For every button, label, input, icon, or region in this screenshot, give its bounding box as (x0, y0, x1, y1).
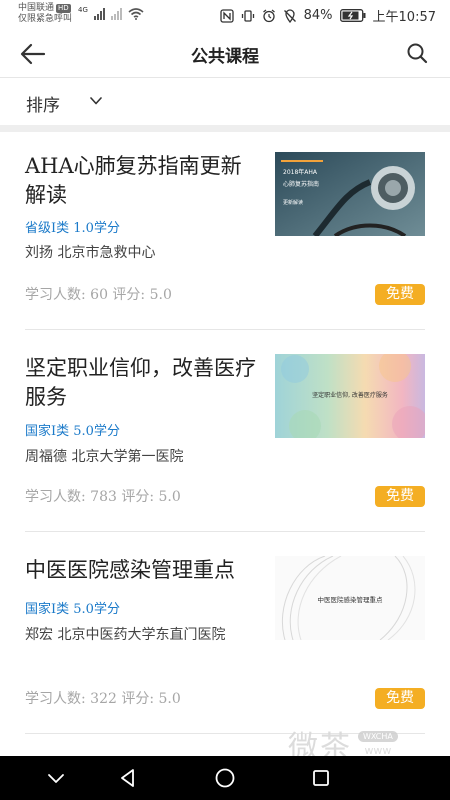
course-title: AHA心肺复苏指南更新解读 (25, 154, 242, 207)
watermark-tag: WXCHA www (358, 731, 398, 757)
course-card-aha[interactable]: AHA心肺复苏指南更新解读 省级I类 1.0学分 刘扬 北京市急救中心 学习人数… (0, 132, 450, 330)
nfc-icon (219, 8, 234, 23)
sort-dropdown[interactable]: 排序 (0, 79, 450, 125)
course-title: 中医医院感染管理重点 (25, 558, 235, 582)
thumb-line2: 心肺复苏指南 (283, 180, 319, 188)
battery-icon (339, 9, 366, 22)
back-triangle-icon[interactable] (117, 767, 139, 789)
system-nav-bar (0, 756, 450, 800)
recents-square-icon[interactable] (310, 767, 332, 789)
search-icon[interactable] (406, 42, 428, 64)
hd-badge: HD (56, 4, 71, 13)
stethoscope-image: 2018年AHA 心肺复苏指南 更新解读 (275, 152, 425, 236)
course-category: 国家I类 5.0学分 (25, 424, 120, 439)
emergency-only-text: 仅限紧急呼叫 (18, 14, 73, 24)
course-thumbnail[interactable]: 坚定职业信仰, 改善医疗服务 (275, 354, 425, 438)
thumb-line3: 更新解读 (283, 199, 303, 206)
vibrate-icon (241, 9, 254, 22)
course-stats: 学习人数: 783 评分: 5.0 (25, 489, 181, 505)
home-circle-icon[interactable] (214, 767, 236, 789)
chevron-down-icon (90, 97, 102, 105)
course-stats: 学习人数: 60 评分: 5.0 (25, 287, 172, 303)
network-type: 4G (78, 6, 88, 14)
course-thumbnail[interactable]: 2018年AHA 心肺复苏指南 更新解读 (275, 152, 425, 236)
carrier-info: 中国联通 HD 仅限紧急呼叫 (18, 3, 72, 25)
course-thumbnail[interactable]: 中医医院感染管理重点 (275, 556, 425, 640)
free-badge: 免费 (375, 688, 425, 709)
course-card-career[interactable]: 坚定职业信仰，改善医疗服务 国家I类 5.0学分 周福德 北京大学第一医院 学习… (0, 334, 450, 532)
section-divider (0, 125, 450, 132)
signal-icon (93, 8, 105, 20)
divider (25, 531, 425, 532)
free-badge: 免费 (375, 284, 425, 305)
thumb-text: 中医医院感染管理重点 (318, 595, 384, 604)
course-category: 国家I类 5.0学分 (25, 602, 120, 617)
battery-percent: 84% (303, 8, 333, 23)
free-badge: 免费 (375, 486, 425, 507)
location-off-icon (283, 8, 296, 23)
divider (25, 329, 425, 330)
signal-group: 4G (78, 6, 144, 20)
wifi-icon (128, 8, 144, 20)
signal-2-icon (110, 8, 122, 20)
course-author: 刘扬 北京市急救中心 (25, 245, 156, 261)
carrier-name: 中国联通 (18, 3, 55, 13)
course-author: 周福德 北京大学第一医院 (25, 449, 184, 465)
title-bar: 公共课程 (0, 30, 450, 78)
course-card-tcm[interactable]: 中医医院感染管理重点 国家I类 5.0学分 郑宏 北京中医药大学东直门医院 学习… (0, 536, 450, 734)
page-title: 公共课程 (191, 47, 259, 67)
course-stats: 学习人数: 322 评分: 5.0 (25, 691, 181, 707)
course-category: 省级I类 1.0学分 (25, 221, 120, 236)
sort-label: 排序 (26, 96, 60, 116)
chevron-down-icon[interactable] (45, 767, 67, 789)
alarm-icon (262, 9, 275, 22)
status-right: 84% 上午10:57 (219, 6, 436, 25)
thumb-line1: 2018年AHA (283, 168, 318, 176)
line-art-image: 中医医院感染管理重点 (275, 556, 425, 640)
course-title: 坚定职业信仰，改善医疗服务 (25, 356, 256, 409)
watercolor-image: 坚定职业信仰, 改善医疗服务 (275, 354, 425, 438)
watermark-badge: WXCHA (358, 731, 398, 742)
course-author: 郑宏 北京中医药大学东直门医院 (25, 627, 226, 643)
thumb-text: 坚定职业信仰, 改善医疗服务 (312, 391, 388, 399)
status-bar: 中国联通 HD 仅限紧急呼叫 4G 84% 上午10:57 (0, 0, 450, 30)
clock: 上午10:57 (372, 10, 436, 25)
